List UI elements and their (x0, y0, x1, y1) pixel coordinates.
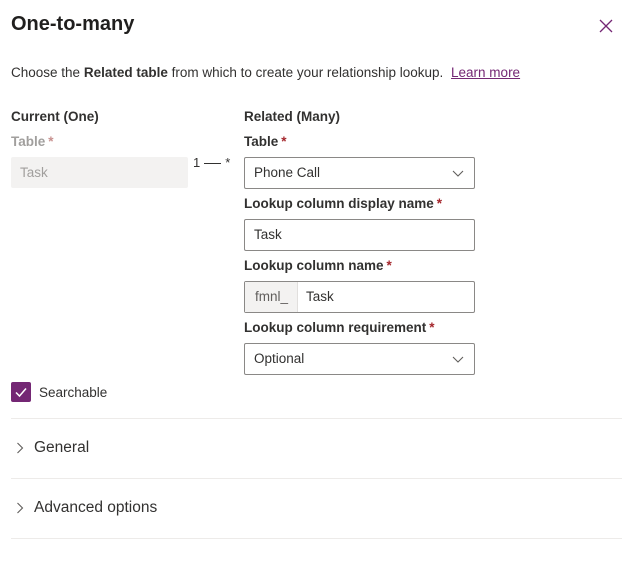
intro-text-after: from which to create your relationship l… (171, 65, 444, 80)
column-name-label: Lookup column name * (244, 258, 392, 273)
relationship-indicator: 1 * (193, 155, 230, 170)
column-name-value: Task (306, 289, 334, 304)
related-table-dropdown[interactable]: Phone Call (244, 157, 475, 189)
intro-text: Choose the Related table from which to c… (11, 65, 520, 80)
divider (11, 538, 622, 539)
display-name-label: Lookup column display name * (244, 196, 442, 211)
chevron-down-icon (452, 356, 464, 363)
current-table-field: Task (11, 157, 188, 188)
divider (11, 478, 622, 479)
section-general[interactable]: General (11, 428, 622, 468)
current-table-label: Table * (11, 134, 54, 149)
section-advanced-options[interactable]: Advanced options (11, 488, 622, 528)
display-name-label-text: Lookup column display name (244, 196, 434, 211)
requirement-label-text: Lookup column requirement (244, 320, 427, 335)
related-table-value: Phone Call (254, 165, 321, 180)
intro-text-bold: Related table (83, 65, 168, 80)
chevron-right-icon (17, 442, 24, 454)
section-advanced-options-label: Advanced options (34, 499, 158, 516)
divider (11, 418, 622, 419)
relationship-one: 1 (193, 155, 201, 170)
display-name-input[interactable]: Task (244, 219, 475, 251)
column-name-prefix: fmnl_ (245, 282, 298, 312)
column-name-label-text: Lookup column name (244, 258, 384, 273)
required-marker: * (429, 320, 435, 335)
checkmark-icon (15, 388, 27, 398)
required-marker: * (48, 134, 54, 149)
intro-text-before: Choose the (11, 65, 81, 80)
searchable-checkbox-row[interactable]: Searchable (11, 382, 107, 402)
searchable-checkbox[interactable] (11, 382, 31, 402)
learn-more-link[interactable]: Learn more (451, 65, 520, 80)
relationship-dash (204, 163, 222, 165)
chevron-down-icon (452, 170, 464, 177)
requirement-label: Lookup column requirement * (244, 320, 435, 335)
close-icon (599, 19, 613, 33)
panel-title: One-to-many (11, 13, 135, 35)
current-heading: Current (One) (11, 109, 99, 124)
related-table-label-text: Table (244, 134, 279, 149)
required-marker: * (386, 258, 392, 273)
column-name-input[interactable]: fmnl_ Task (244, 281, 475, 313)
searchable-label: Searchable (39, 384, 108, 400)
required-marker: * (436, 196, 443, 211)
section-general-label: General (34, 439, 90, 456)
related-table-label: Table * (244, 134, 287, 149)
relationship-many: * (225, 155, 231, 170)
close-button[interactable] (596, 16, 616, 36)
chevron-right-icon (17, 502, 24, 514)
current-table-label-text: Table (11, 134, 46, 149)
requirement-value: Optional (254, 351, 305, 366)
related-heading: Related (Many) (244, 109, 341, 124)
required-marker: * (281, 134, 287, 149)
requirement-dropdown[interactable]: Optional (244, 343, 475, 375)
